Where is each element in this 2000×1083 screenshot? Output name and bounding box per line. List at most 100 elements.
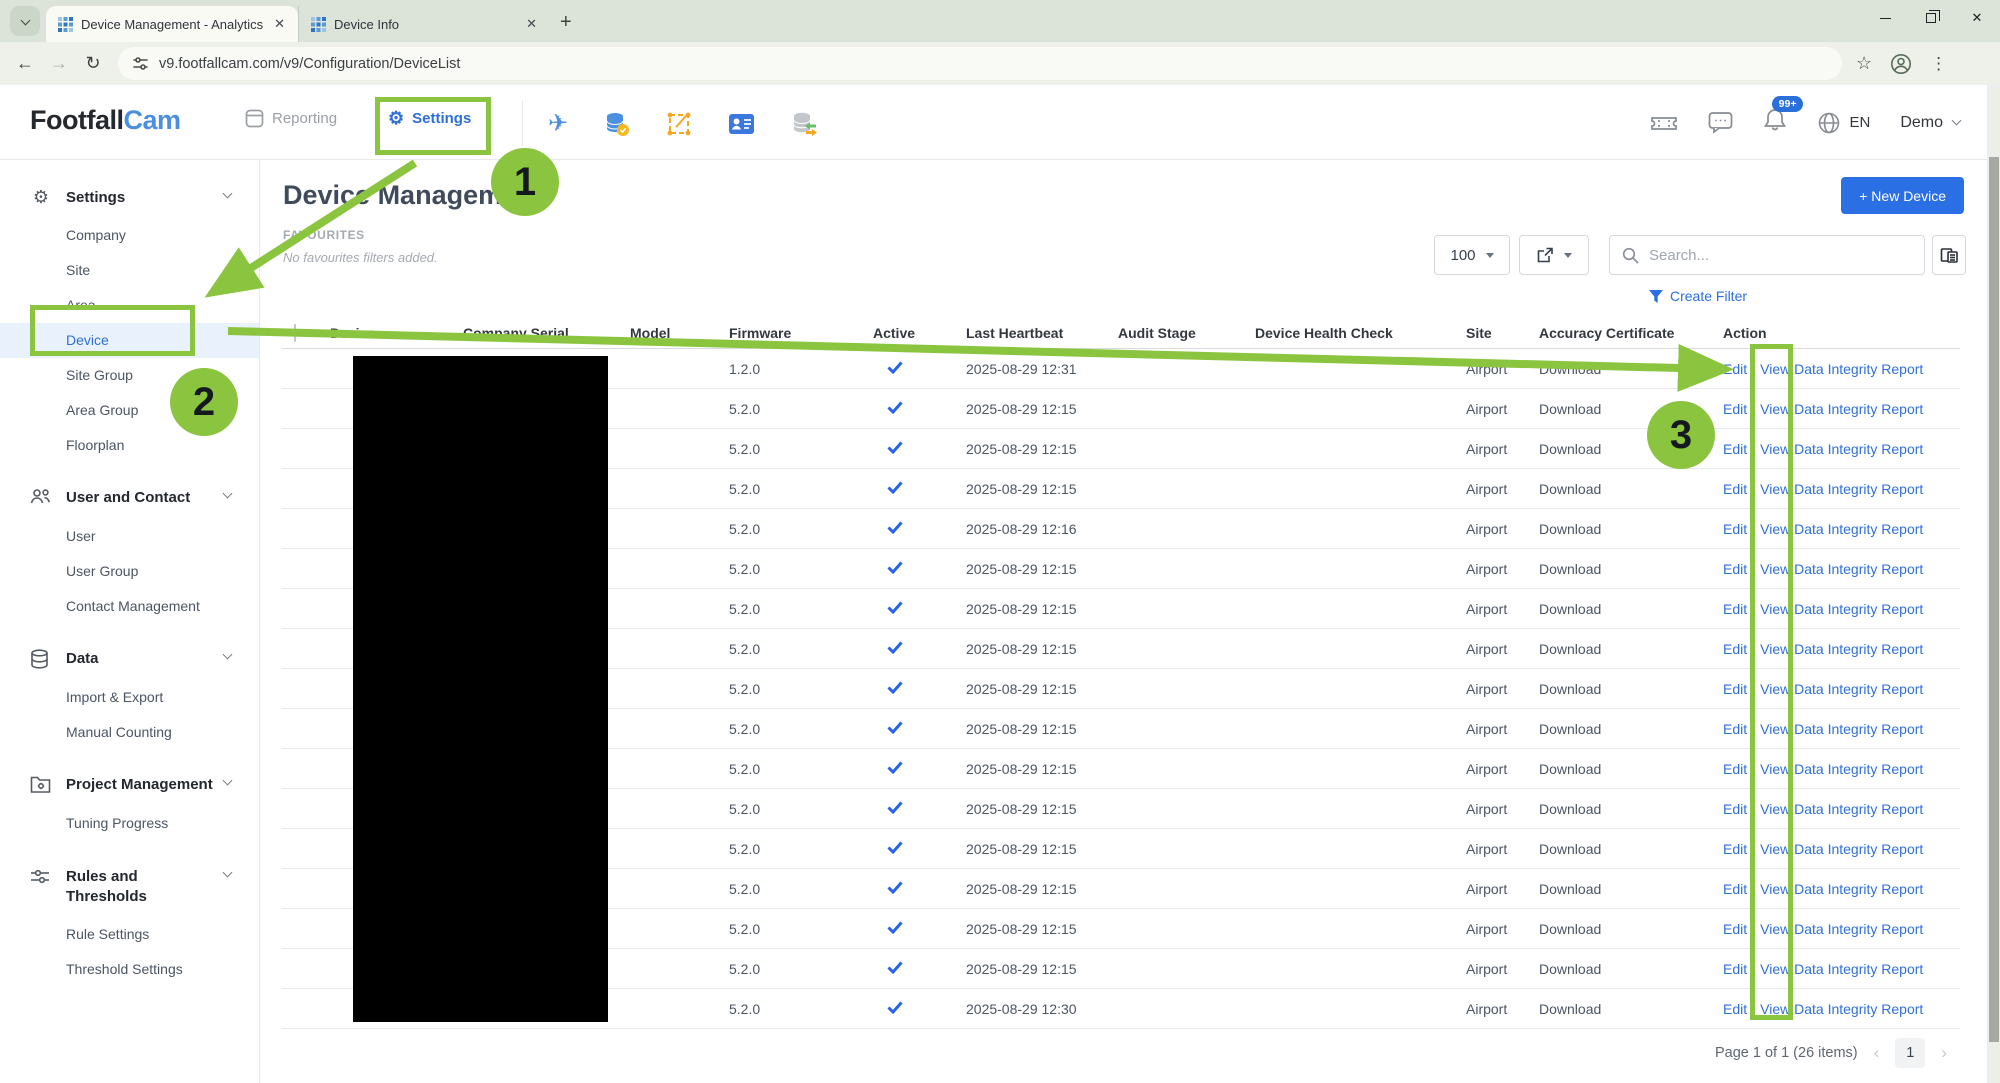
reload-button[interactable]: ↻ <box>76 53 110 74</box>
edit-link[interactable]: Edit <box>1723 481 1747 497</box>
sidebar-section-user-contact-header[interactable]: User and Contact <box>0 484 259 518</box>
ticket-icon[interactable] <box>1650 112 1678 134</box>
column-header-company-serial[interactable]: Company Serial <box>463 325 630 341</box>
accuracy-certificate-cell[interactable]: Download <box>1539 561 1723 577</box>
column-header-action[interactable]: Action <box>1723 325 1960 341</box>
view-data-integrity-report-link[interactable]: View Data Integrity Report <box>1760 881 1923 897</box>
minimize-button[interactable] <box>1862 1 1908 35</box>
accuracy-certificate-cell[interactable]: Download <box>1539 441 1723 457</box>
new-tab-button[interactable]: + <box>560 11 572 34</box>
sidebar-item-company[interactable]: Company <box>0 218 259 253</box>
edit-link[interactable]: Edit <box>1723 721 1747 737</box>
view-data-integrity-report-link[interactable]: View Data Integrity Report <box>1760 561 1923 577</box>
area-edit-icon[interactable] <box>666 111 692 137</box>
edit-link[interactable]: Edit <box>1723 1001 1747 1017</box>
column-chooser-button[interactable] <box>1932 235 1966 275</box>
forward-button[interactable]: → <box>42 53 76 74</box>
accuracy-certificate-cell[interactable]: Download <box>1539 1001 1723 1017</box>
browser-tab-inactive[interactable]: Device Info ✕ <box>298 6 550 42</box>
edit-link[interactable]: Edit <box>1723 641 1747 657</box>
nav-reporting[interactable]: Reporting <box>245 109 337 128</box>
accuracy-certificate-cell[interactable]: Download <box>1539 361 1723 377</box>
previous-page-icon[interactable]: ‹ <box>1874 1043 1880 1063</box>
accuracy-certificate-cell[interactable]: Download <box>1539 881 1723 897</box>
id-card-icon[interactable] <box>728 112 755 136</box>
search-input[interactable] <box>1649 246 1899 264</box>
edit-link[interactable]: Edit <box>1723 681 1747 697</box>
tab-close-icon[interactable]: ✕ <box>271 16 288 32</box>
sidebar-item-tuning-progress[interactable]: Tuning Progress <box>0 806 259 841</box>
new-device-button[interactable]: + New Device <box>1841 177 1964 214</box>
next-page-icon[interactable]: › <box>1941 1043 1947 1063</box>
page-scrollbar[interactable] <box>1987 85 2000 1083</box>
view-data-integrity-report-link[interactable]: View Data Integrity Report <box>1760 521 1923 537</box>
nav-settings[interactable]: ⚙ Settings <box>388 109 471 127</box>
select-all-checkbox[interactable] <box>294 324 296 342</box>
bookmark-star-icon[interactable]: ☆ <box>1856 53 1872 74</box>
accuracy-certificate-cell[interactable]: Download <box>1539 721 1723 737</box>
edit-link[interactable]: Edit <box>1723 761 1747 777</box>
accuracy-certificate-cell[interactable]: Download <box>1539 801 1723 817</box>
edit-link[interactable]: Edit <box>1723 361 1747 377</box>
accuracy-certificate-cell[interactable]: Download <box>1539 921 1723 937</box>
data-transfer-icon[interactable] <box>791 111 818 137</box>
sidebar-item-threshold-settings[interactable]: Threshold Settings <box>0 952 259 987</box>
view-data-integrity-report-link[interactable]: View Data Integrity Report <box>1760 761 1923 777</box>
sidebar-item-user-group[interactable]: User Group <box>0 554 259 589</box>
accuracy-certificate-cell[interactable]: Download <box>1539 641 1723 657</box>
tab-close-icon[interactable]: ✕ <box>523 16 540 32</box>
sidebar-item-area[interactable]: Area <box>0 288 259 323</box>
sidebar-item-site[interactable]: Site <box>0 253 259 288</box>
tab-search-button[interactable] <box>10 6 40 36</box>
column-header-accuracy-certificate[interactable]: Accuracy Certificate <box>1539 325 1723 341</box>
edit-link[interactable]: Edit <box>1723 401 1747 417</box>
column-header-active[interactable]: Active <box>873 325 966 341</box>
view-data-integrity-report-link[interactable]: View Data Integrity Report <box>1760 441 1923 457</box>
column-header-last-heartbeat[interactable]: Last Heartbeat <box>966 325 1118 341</box>
edit-link[interactable]: Edit <box>1723 521 1747 537</box>
edit-link[interactable]: Edit <box>1723 441 1747 457</box>
page-size-dropdown[interactable]: 100 <box>1434 235 1510 275</box>
language-selector[interactable]: EN <box>1817 111 1870 135</box>
browser-tab-active[interactable]: Device Management - Analytics ✕ <box>46 6 298 42</box>
accuracy-certificate-cell[interactable]: Download <box>1539 761 1723 777</box>
sidebar-item-manual-counting[interactable]: Manual Counting <box>0 715 259 750</box>
view-data-integrity-report-link[interactable]: View Data Integrity Report <box>1760 401 1923 417</box>
view-data-integrity-report-link[interactable]: View Data Integrity Report <box>1760 961 1923 977</box>
close-button[interactable]: ✕ <box>1954 1 2000 35</box>
footfallcam-logo[interactable]: FootfallCam <box>30 105 181 136</box>
notifications-button[interactable]: 99+ <box>1763 96 1804 138</box>
sidebar-section-data-header[interactable]: Data <box>0 645 259 679</box>
airplane-icon[interactable]: ✈ <box>548 109 568 138</box>
restore-button[interactable] <box>1908 1 1954 35</box>
view-data-integrity-report-link[interactable]: View Data Integrity Report <box>1760 801 1923 817</box>
view-data-integrity-report-link[interactable]: View Data Integrity Report <box>1760 1001 1923 1017</box>
page-number-button[interactable]: 1 <box>1895 1038 1926 1068</box>
column-header-device[interactable]: Device ↑ <box>330 325 463 341</box>
view-data-integrity-report-link[interactable]: View Data Integrity Report <box>1760 601 1923 617</box>
sidebar-item-site-group[interactable]: Site Group <box>0 358 259 393</box>
edit-link[interactable]: Edit <box>1723 841 1747 857</box>
view-data-integrity-report-link[interactable]: View Data Integrity Report <box>1760 721 1923 737</box>
sidebar-item-area-group[interactable]: Area Group <box>0 393 259 428</box>
edit-link[interactable]: Edit <box>1723 881 1747 897</box>
column-header-device-health-check[interactable]: Device Health Check <box>1255 325 1466 341</box>
sidebar-item-contact-management[interactable]: Contact Management <box>0 589 259 624</box>
edit-link[interactable]: Edit <box>1723 801 1747 817</box>
edit-link[interactable]: Edit <box>1723 921 1747 937</box>
view-data-integrity-report-link[interactable]: View Data Integrity Report <box>1760 841 1923 857</box>
edit-link[interactable]: Edit <box>1723 601 1747 617</box>
sidebar-section-project-management-header[interactable]: Project Management <box>0 771 259 805</box>
column-header-audit-stage[interactable]: Audit Stage <box>1118 325 1255 341</box>
column-header-firmware[interactable]: Firmware <box>729 325 873 341</box>
accuracy-certificate-cell[interactable]: Download <box>1539 961 1723 977</box>
sidebar-item-floorplan[interactable]: Floorplan <box>0 428 259 463</box>
view-data-integrity-report-link[interactable]: View Data Integrity Report <box>1760 641 1923 657</box>
sidebar-section-settings-header[interactable]: ⚙ Settings <box>0 184 259 218</box>
edit-link[interactable]: Edit <box>1723 961 1747 977</box>
sidebar-item-rule-settings[interactable]: Rule Settings <box>0 917 259 952</box>
accuracy-certificate-cell[interactable]: Download <box>1539 481 1723 497</box>
create-filter-link[interactable]: Create Filter <box>1649 288 1747 304</box>
search-box[interactable] <box>1609 235 1925 275</box>
edit-link[interactable]: Edit <box>1723 561 1747 577</box>
